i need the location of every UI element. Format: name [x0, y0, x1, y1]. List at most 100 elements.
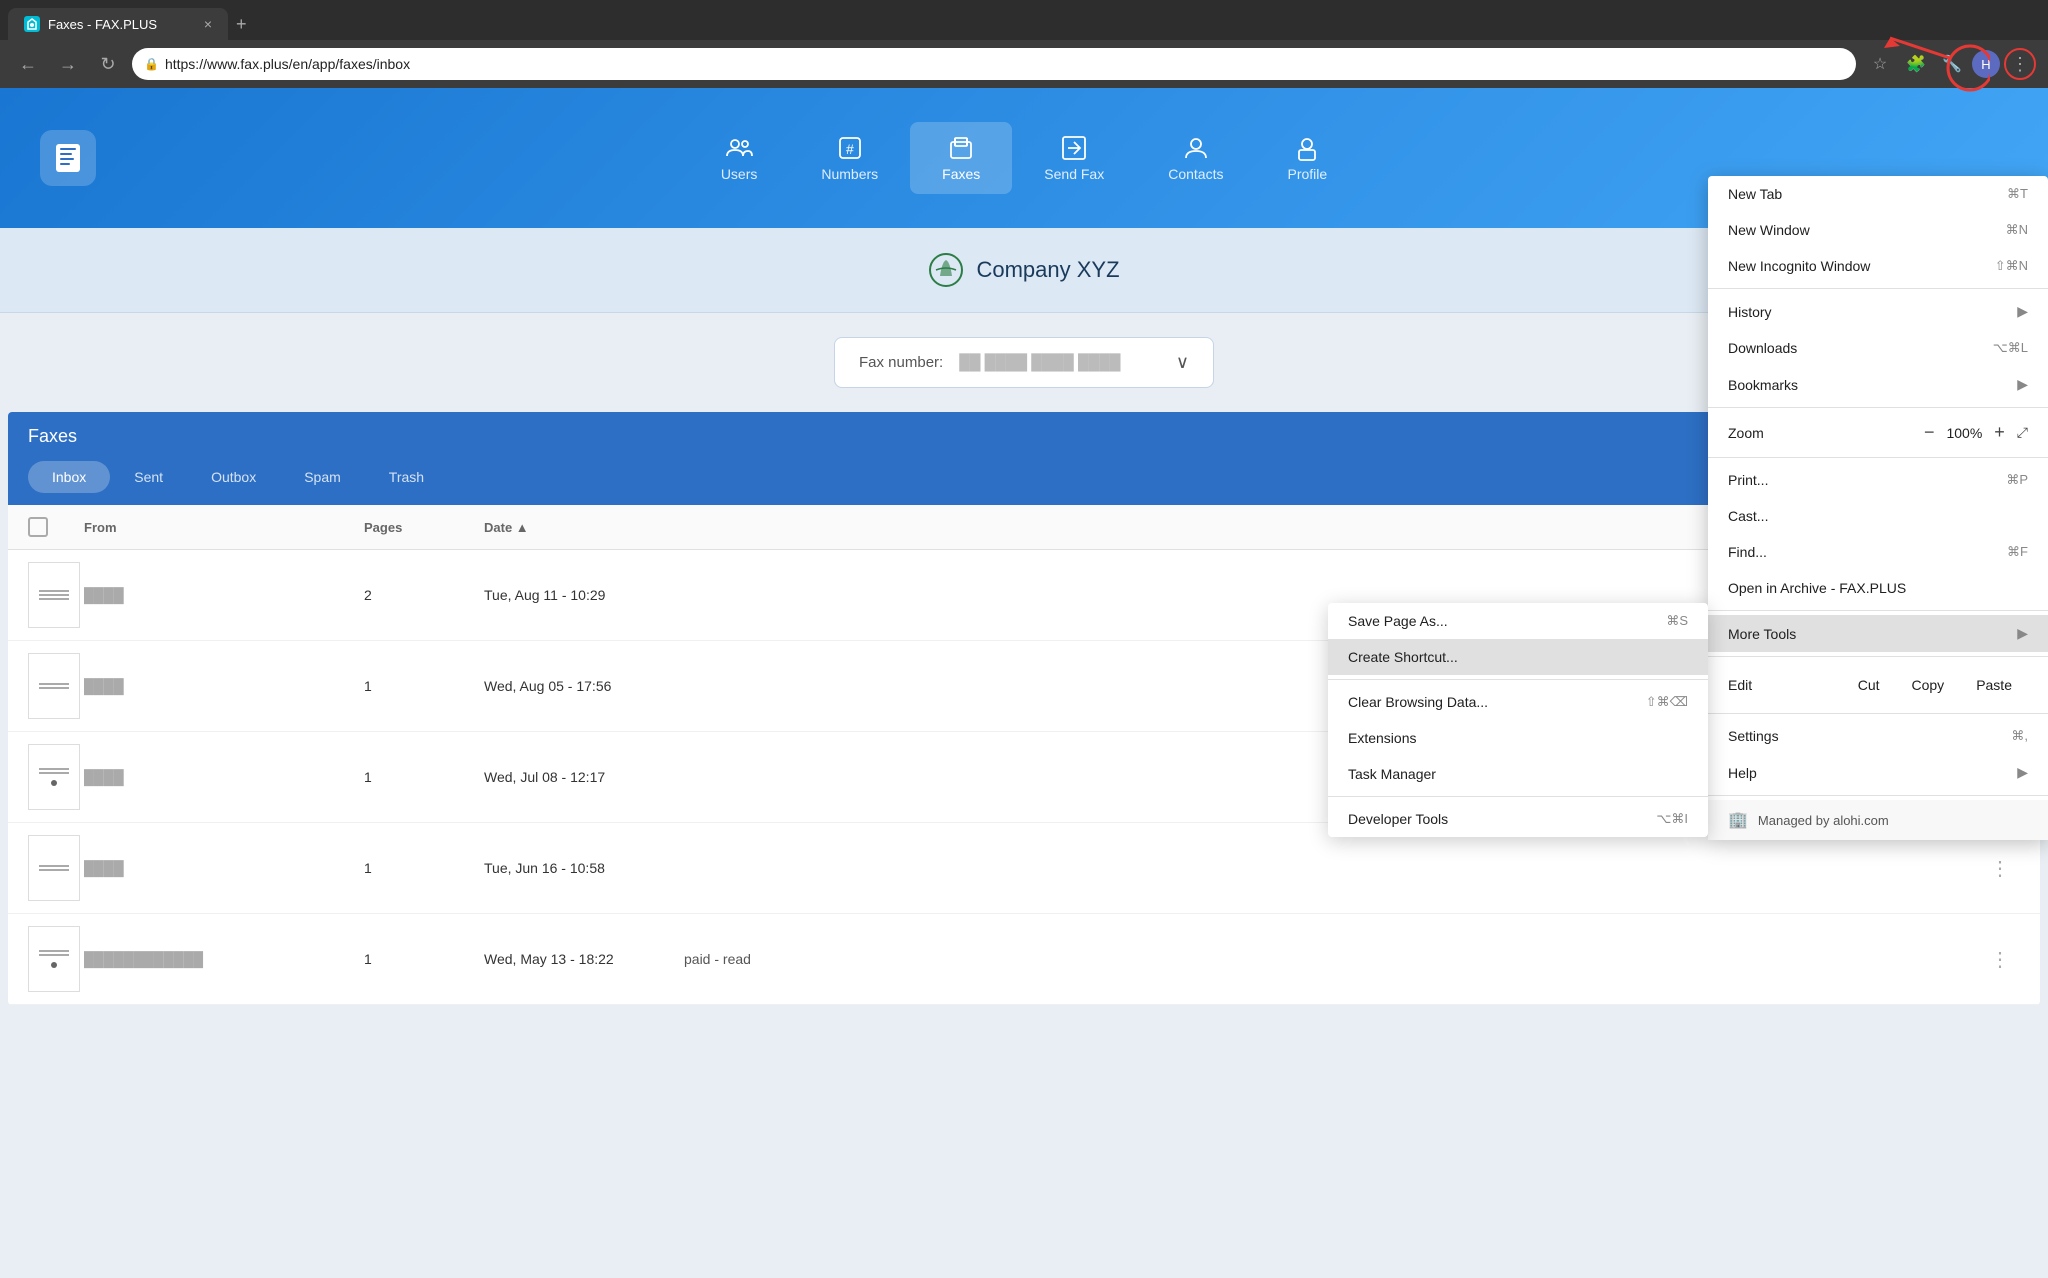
menu-divider-3: [1708, 457, 2048, 458]
fax-number-value: ██ ████ ████ ████: [959, 354, 1160, 371]
sender-name: ████: [84, 769, 364, 785]
col-pages: Pages: [364, 520, 484, 535]
extension-button[interactable]: 🧩: [1900, 48, 1932, 80]
nav-tab-users[interactable]: Users: [689, 122, 790, 194]
menu-print[interactable]: Print... ⌘P: [1708, 462, 2048, 498]
create-shortcut-item[interactable]: Create Shortcut...: [1328, 639, 1708, 675]
back-button[interactable]: ←: [12, 48, 44, 80]
extensions-item[interactable]: Extensions: [1328, 720, 1708, 756]
company-name: Company XYZ: [976, 257, 1119, 283]
menu-new-incognito[interactable]: New Incognito Window ⇧⌘N: [1708, 248, 2048, 284]
zoom-plus[interactable]: +: [1994, 422, 2005, 443]
submenu-divider: [1328, 679, 1708, 680]
managed-by-row: 🏢 Managed by alohi.com: [1708, 800, 2048, 840]
nav-tab-send-fax[interactable]: Send Fax: [1012, 122, 1136, 194]
date-value: Wed, Jul 08 - 12:17: [484, 769, 684, 785]
fax-tab-sent[interactable]: Sent: [110, 461, 187, 493]
developer-tools-item[interactable]: Developer Tools ⌥⌘I: [1328, 801, 1708, 837]
menu-divider: [1708, 288, 2048, 289]
menu-divider-2: [1708, 407, 2048, 408]
more-actions-button[interactable]: ⋮: [1980, 947, 2020, 972]
nav-tab-profile[interactable]: Profile: [1255, 122, 1359, 194]
cut-button[interactable]: Cut: [1842, 671, 1896, 699]
reload-button[interactable]: ↻: [92, 48, 124, 80]
menu-find[interactable]: Find... ⌘F: [1708, 534, 2048, 570]
sender-name: ████: [84, 587, 364, 603]
page-content: Users # Numbers Faxes: [0, 88, 2048, 1278]
fax-thumbnail: [28, 562, 80, 628]
app-logo: [40, 130, 96, 186]
fax-tab-trash[interactable]: Trash: [365, 461, 448, 493]
menu-cast[interactable]: Cast...: [1708, 498, 2048, 534]
managed-text: Managed by alohi.com: [1758, 813, 1889, 828]
tab-bar: Faxes - FAX.PLUS × +: [0, 0, 2048, 40]
table-row[interactable]: ████████████ 1 Wed, May 13 - 18:22 paid …: [8, 914, 2040, 1005]
menu-settings[interactable]: Settings ⌘,: [1708, 718, 2048, 754]
zoom-minus[interactable]: −: [1924, 422, 1935, 443]
save-page-as-item[interactable]: Save Page As... ⌘S: [1328, 603, 1708, 639]
fax-number-dropdown[interactable]: ∨: [1176, 352, 1189, 373]
col-from: From: [84, 520, 364, 535]
managed-icon: 🏢: [1728, 810, 1748, 830]
menu-zoom: Zoom − 100% + ⤢: [1708, 412, 2048, 453]
menu-new-window[interactable]: New Window ⌘N: [1708, 212, 2048, 248]
zoom-fullscreen[interactable]: ⤢: [2017, 424, 2028, 441]
fax-number-box[interactable]: Fax number: ██ ████ ████ ████ ∨: [834, 337, 1214, 388]
pages-value: 2: [364, 587, 484, 603]
chrome-menu-button[interactable]: ⋮: [2004, 48, 2036, 80]
zoom-value: 100%: [1946, 425, 1982, 441]
new-tab-button[interactable]: +: [228, 8, 255, 40]
menu-divider-4: [1708, 610, 2048, 611]
copy-button[interactable]: Copy: [1896, 671, 1961, 699]
tab-favicon: [24, 16, 40, 32]
menu-help[interactable]: Help ▶: [1708, 754, 2048, 791]
date-value: Tue, Jun 16 - 10:58: [484, 860, 684, 876]
menu-more-tools[interactable]: More Tools ▶: [1708, 615, 2048, 652]
col-date: Date ▲: [484, 520, 684, 535]
forward-button[interactable]: →: [52, 48, 84, 80]
menu-history[interactable]: History ▶: [1708, 293, 2048, 330]
menu-new-tab[interactable]: New Tab ⌘T: [1708, 176, 2048, 212]
svg-text:#: #: [846, 141, 854, 157]
fax-tab-outbox[interactable]: Outbox: [187, 461, 280, 493]
profile-avatar[interactable]: H: [1972, 50, 2000, 78]
pages-value: 1: [364, 769, 484, 785]
paste-button[interactable]: Paste: [1960, 671, 2028, 699]
select-all-checkbox[interactable]: [28, 517, 48, 537]
nav-tab-faxes[interactable]: Faxes: [910, 122, 1012, 194]
menu-downloads[interactable]: Downloads ⌥⌘L: [1708, 330, 2048, 366]
submenu-divider-2: [1328, 796, 1708, 797]
fax-thumbnail: [28, 835, 80, 901]
menu-edit-row: Edit Cut Copy Paste: [1708, 661, 2048, 709]
menu-open-archive[interactable]: Open in Archive - FAX.PLUS: [1708, 570, 2048, 606]
date-value: Wed, Aug 05 - 17:56: [484, 678, 684, 694]
active-tab[interactable]: Faxes - FAX.PLUS ×: [8, 8, 228, 40]
fax-thumbnail: [28, 653, 80, 719]
more-actions-button[interactable]: ⋮: [1980, 856, 2020, 881]
menu-bookmarks[interactable]: Bookmarks ▶: [1708, 366, 2048, 403]
nav-tab-contacts[interactable]: Contacts: [1136, 122, 1255, 194]
faxplus-logo: [40, 130, 96, 186]
fax-tab-spam[interactable]: Spam: [280, 461, 365, 493]
browser-actions: ☆ 🧩 🔧 H ⋮: [1864, 48, 2036, 80]
fax-thumbnail: [28, 926, 80, 992]
lock-icon: 🔒: [144, 57, 159, 71]
fax-tab-inbox[interactable]: Inbox: [28, 461, 110, 493]
address-bar: ← → ↻ 🔒 https://www.fax.plus/en/app/faxe…: [0, 40, 2048, 88]
extension-button-2[interactable]: 🔧: [1936, 48, 1968, 80]
tab-title: Faxes - FAX.PLUS: [48, 17, 196, 32]
menu-divider-6: [1708, 713, 2048, 714]
nav-tab-numbers[interactable]: # Numbers: [789, 122, 910, 194]
pages-value: 1: [364, 678, 484, 694]
clear-browsing-data-item[interactable]: Clear Browsing Data... ⇧⌘⌫: [1328, 684, 1708, 720]
task-manager-item[interactable]: Task Manager: [1328, 756, 1708, 792]
sender-name: ████████████: [84, 951, 364, 967]
zoom-control: − 100% + ⤢: [1924, 422, 2028, 443]
app-nav: Users # Numbers Faxes: [96, 122, 1952, 194]
status-value: paid - read: [684, 951, 1980, 967]
bookmark-button[interactable]: ☆: [1864, 48, 1896, 80]
faxes-title: Faxes: [28, 426, 77, 446]
tab-close-button[interactable]: ×: [204, 16, 212, 32]
url-field[interactable]: 🔒 https://www.fax.plus/en/app/faxes/inbo…: [132, 48, 1856, 80]
url-text: https://www.fax.plus/en/app/faxes/inbox: [165, 56, 1844, 72]
